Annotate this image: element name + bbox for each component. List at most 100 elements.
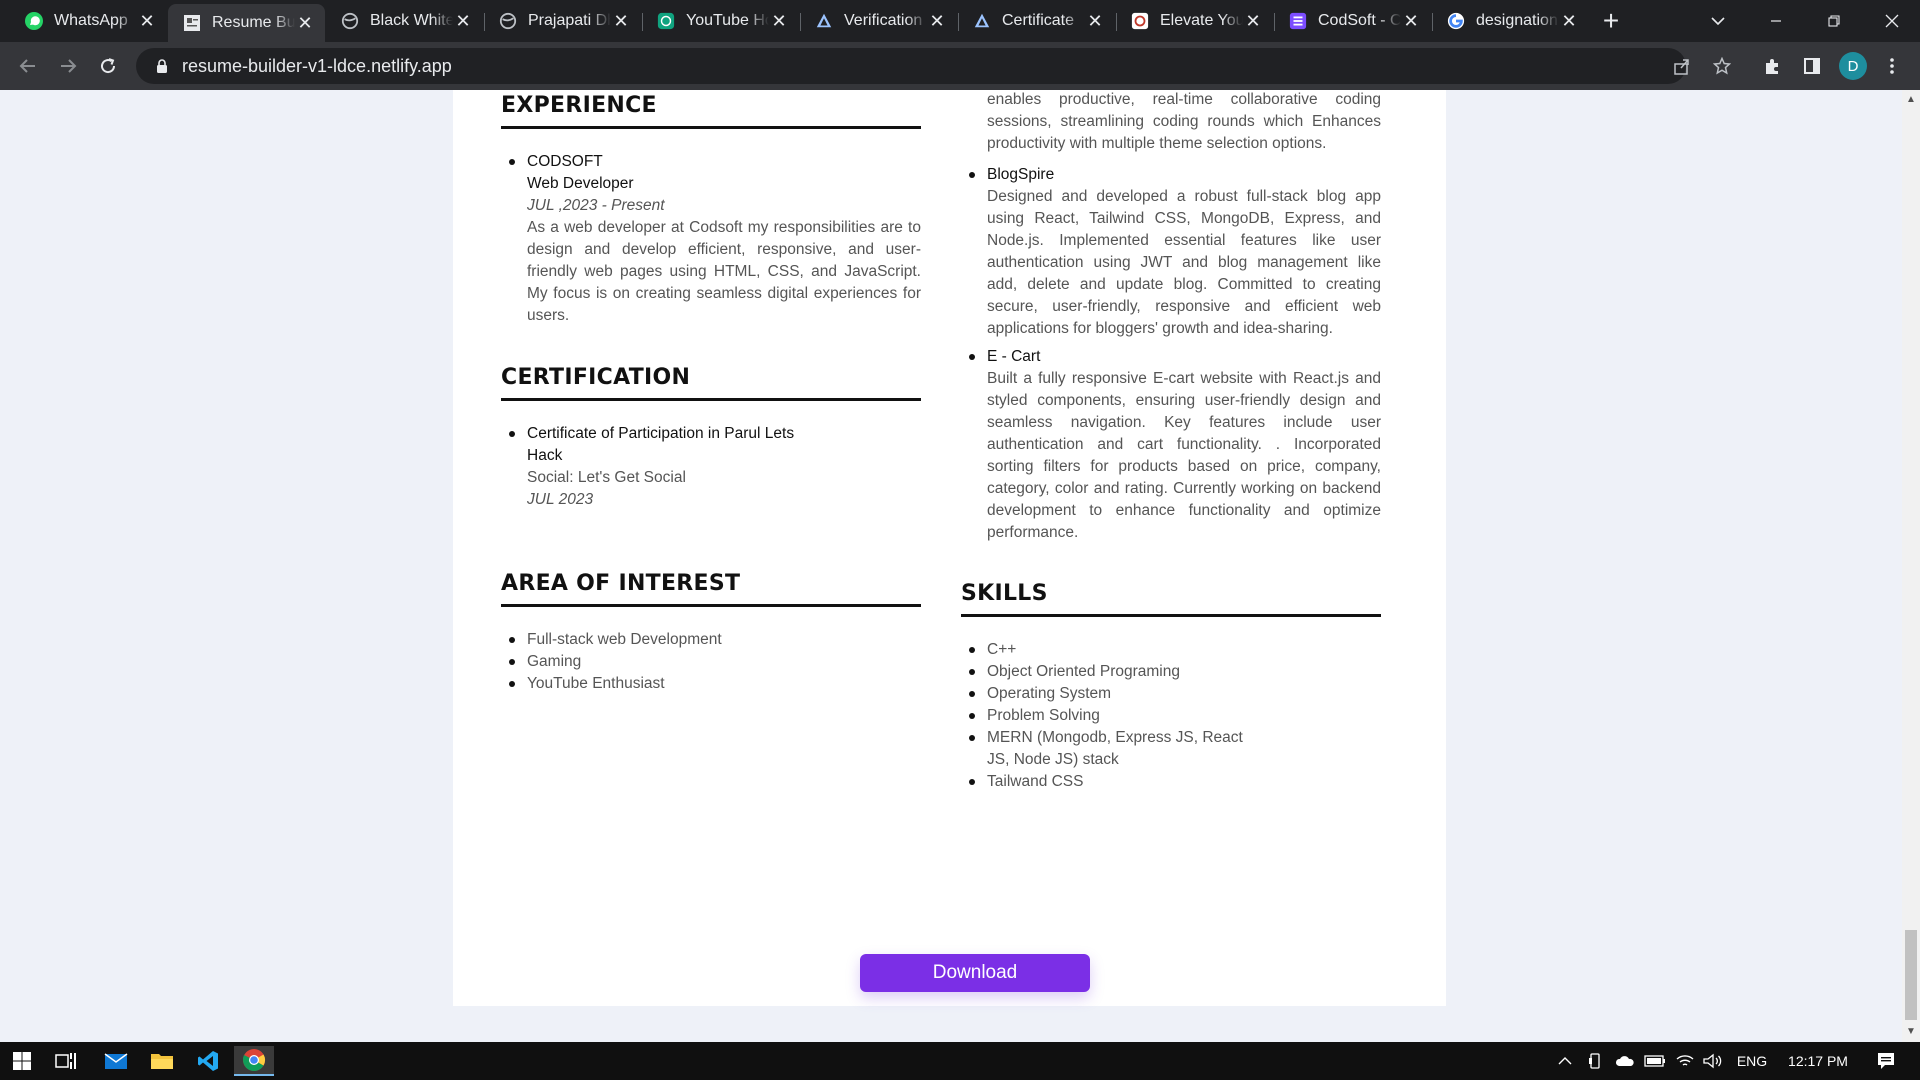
minimize-button[interactable] — [1748, 0, 1804, 42]
close-tab-icon[interactable]: ✕ — [927, 11, 947, 31]
vercel-icon — [972, 11, 992, 31]
close-tab-icon[interactable]: ✕ — [1243, 11, 1263, 31]
close-tab-icon[interactable]: ✕ — [137, 11, 157, 31]
tab-whatsapp[interactable]: WhatsApp ✕ — [10, 4, 167, 38]
tab-strip: WhatsApp ✕ Resume Builder ✕ Black White … — [0, 0, 1920, 42]
section-heading: AREA OF INTEREST — [501, 571, 921, 607]
tray-battery[interactable] — [1642, 1042, 1668, 1080]
tray-onedrive[interactable] — [1612, 1042, 1638, 1080]
whatsapp-icon — [24, 11, 44, 31]
skill-item: C++ — [961, 639, 1261, 661]
taskbar-explorer[interactable] — [142, 1046, 182, 1076]
section-heading: EXPERIENCE — [501, 93, 921, 129]
close-tab-icon[interactable]: ✕ — [1085, 11, 1105, 31]
share-button[interactable] — [1666, 50, 1698, 82]
experience-section: EXPERIENCE CODSOFT Web Developer JUL ,20… — [501, 93, 921, 327]
tab-designation[interactable]: designation ✕ — [1432, 4, 1589, 38]
wifi-icon — [1676, 1055, 1694, 1066]
project-description: Designed and developed a robust full-sta… — [987, 188, 1381, 337]
close-tab-icon[interactable]: ✕ — [611, 11, 631, 31]
tray-language[interactable]: ENG — [1732, 1042, 1772, 1080]
show-hidden-icons-button[interactable] — [1552, 1042, 1578, 1080]
arrow-right-icon — [61, 59, 77, 73]
close-tab-icon[interactable]: ✕ — [769, 11, 789, 31]
tab-elevate[interactable]: Elevate Your ✕ — [1116, 4, 1273, 38]
taskbar-chrome[interactable] — [234, 1046, 274, 1076]
download-button[interactable]: Download — [860, 954, 1090, 992]
company-name: CODSOFT — [527, 153, 603, 170]
certificate-subtitle: Social: Let's Get Social — [527, 469, 686, 486]
restore-button[interactable] — [1806, 0, 1862, 42]
tab-resume-builder[interactable]: Resume Builder ✕ — [168, 4, 325, 42]
scroll-down-icon[interactable]: ▼ — [1905, 1026, 1917, 1038]
scrollbar[interactable] — [1902, 90, 1920, 1042]
tray-device[interactable] — [1582, 1042, 1608, 1080]
scroll-up-icon[interactable]: ▲ — [1905, 94, 1917, 106]
close-tab-icon[interactable]: ✕ — [453, 11, 473, 31]
close-tab-icon[interactable]: ✕ — [1559, 11, 1579, 31]
notification-center-button[interactable] — [1866, 1042, 1906, 1080]
kebab-menu-icon — [1890, 58, 1894, 74]
certification-item: Certificate of Participation in Parul Le… — [501, 423, 921, 511]
restore-icon — [1828, 15, 1840, 27]
scrollbar-thumb[interactable] — [1905, 930, 1917, 1020]
tray-volume[interactable] — [1700, 1042, 1726, 1080]
taskbar-mail[interactable] — [96, 1046, 136, 1076]
url-text[interactable]: resume-builder-v1-ldce.netlify.app — [182, 56, 452, 77]
tab-youtube-home[interactable]: YouTube Home ✕ — [642, 4, 799, 38]
project-description: Built a fully responsive E-cart website … — [987, 370, 1381, 541]
job-description: As a web developer at Codsoft my respons… — [527, 219, 921, 324]
taskbar-vscode[interactable] — [188, 1046, 228, 1076]
close-icon — [1885, 14, 1899, 28]
task-view-icon — [55, 1053, 76, 1069]
left-column: EXPERIENCE CODSOFT Web Developer JUL ,20… — [501, 90, 921, 692]
tab-search-button[interactable] — [1690, 0, 1746, 42]
close-tab-icon[interactable]: ✕ — [1401, 11, 1421, 31]
skills-section: SKILLS C++ Object Oriented Programing Op… — [961, 581, 1381, 793]
side-panel-icon — [1804, 58, 1820, 74]
interest-item: Gaming — [501, 651, 921, 673]
forward-button[interactable] — [52, 50, 84, 82]
chrome-icon — [242, 1049, 265, 1071]
vscode-icon — [198, 1051, 218, 1071]
google-icon — [1446, 11, 1466, 31]
lock-icon[interactable] — [142, 59, 182, 73]
menu-button[interactable] — [1876, 50, 1908, 82]
tab-verification[interactable]: Verification ✕ — [800, 4, 957, 38]
certificate-date: JUL 2023 — [527, 491, 594, 508]
app-icon — [1130, 11, 1150, 31]
tab-codsoft[interactable]: CodSoft - C ✕ — [1274, 4, 1431, 38]
list-icon — [1288, 11, 1308, 31]
projects-section-cut: enables productive, real-time collaborat… — [961, 90, 1381, 155]
back-button[interactable] — [12, 50, 44, 82]
vercel-icon — [814, 11, 834, 31]
new-tab-button[interactable]: + — [1596, 7, 1626, 36]
extensions-button[interactable] — [1756, 50, 1788, 82]
close-tab-icon[interactable]: ✕ — [295, 13, 315, 33]
tab-certificate[interactable]: Certificate ✕ — [958, 4, 1115, 38]
address-bar[interactable]: resume-builder-v1-ldce.netlify.app — [136, 48, 1686, 84]
tab-black-white[interactable]: Black White ✕ — [326, 4, 483, 38]
skill-item: Problem Solving — [961, 705, 1261, 727]
openai-icon — [656, 11, 676, 31]
interest-item: YouTube Enthusiast — [501, 673, 921, 695]
bookmark-button[interactable] — [1706, 50, 1738, 82]
close-window-button[interactable] — [1864, 0, 1920, 42]
device-icon — [1589, 1053, 1600, 1069]
puzzle-icon — [1766, 59, 1778, 74]
profile-avatar[interactable]: D — [1839, 52, 1867, 80]
certificate-title: Certificate of Participation in Parul Le… — [527, 425, 795, 442]
tray-clock[interactable]: 12:17 PM — [1780, 1042, 1856, 1080]
tab-prajapati[interactable]: Prajapati Dhruv ✕ — [484, 4, 641, 38]
interest-item: Full-stack web Development — [501, 629, 921, 651]
browser-toolbar: resume-builder-v1-ldce.netlify.app — [0, 42, 1920, 90]
chevron-down-icon — [1711, 17, 1725, 26]
start-button[interactable] — [2, 1046, 42, 1076]
task-view-button[interactable] — [46, 1046, 86, 1076]
tray-wifi[interactable] — [1672, 1042, 1698, 1080]
certificate-title-cont: Hack — [527, 447, 563, 464]
globe-icon — [498, 11, 518, 31]
reload-button[interactable] — [92, 50, 124, 82]
share-icon — [1674, 59, 1689, 75]
side-panel-button[interactable] — [1796, 50, 1828, 82]
